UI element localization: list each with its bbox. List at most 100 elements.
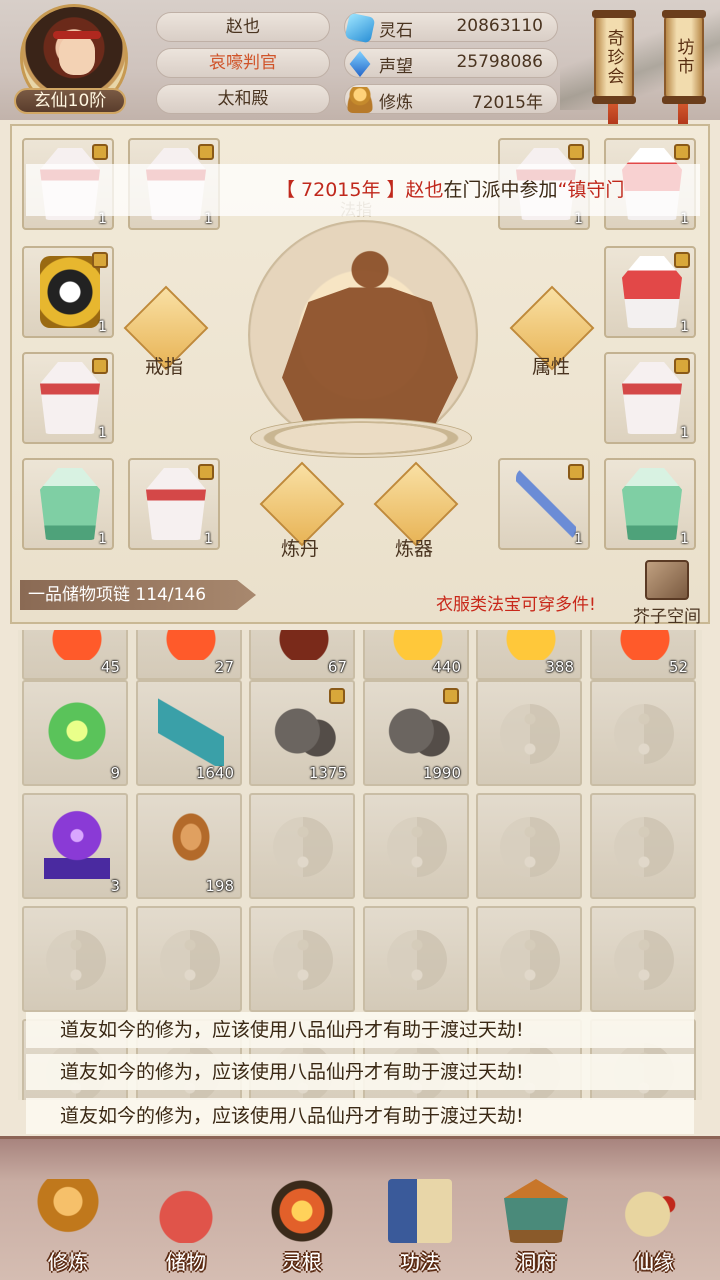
inventory-cell[interactable]: 3 [22, 793, 128, 899]
inventory-cell-empty[interactable] [590, 906, 696, 1012]
yin-yang-icon [273, 817, 333, 877]
inventory-cell-empty[interactable] [136, 906, 242, 1012]
avatar-headband [53, 31, 101, 39]
top-header: 玄仙10阶 赵也 哀嚎判官 太和殿 灵石 20863110 声望 2579808… [0, 0, 720, 134]
mustard-space-button[interactable]: 芥子空间 [630, 560, 704, 627]
item-count: 1 [680, 425, 689, 441]
nav-label: 储物 [166, 1250, 206, 1274]
inventory-cell-empty[interactable] [590, 793, 696, 899]
notice-text: 在门派中参加 [443, 179, 558, 201]
equip-slot[interactable]: 1 [22, 352, 114, 444]
inventory-cell[interactable]: 52 [590, 630, 696, 680]
lock-icon [198, 144, 214, 160]
nav-destiny[interactable]: 仙缘 [604, 1169, 704, 1280]
attributes-label: 属性 [532, 356, 571, 378]
nav-cultivate[interactable]: 修炼 [18, 1169, 118, 1280]
inventory-cell[interactable]: 1375 [249, 680, 355, 786]
yin-yang-icon [273, 930, 333, 990]
lock-icon [92, 252, 108, 268]
player-title[interactable]: 哀嚎判官 [156, 48, 330, 78]
inventory-cell[interactable]: 67 [249, 630, 355, 680]
item-count: 9 [110, 764, 120, 782]
equip-slot[interactable]: 1 [604, 246, 696, 338]
inventory-cell[interactable]: 45 [22, 630, 128, 680]
nav-technique[interactable]: 功法 [370, 1169, 470, 1280]
resource-value: 20863110 [456, 16, 543, 36]
lock-icon [198, 464, 214, 480]
inventory-cell[interactable]: 9 [22, 680, 128, 786]
nav-label: 灵根 [282, 1250, 322, 1274]
item-count: 1 [680, 531, 689, 547]
inventory-cell-empty[interactable] [590, 680, 696, 786]
lock-icon [674, 252, 690, 268]
dark-pill-icon [271, 630, 337, 660]
ginseng-root-icon [158, 809, 224, 879]
inventory-cell-empty[interactable] [476, 793, 582, 899]
fire-orb-icon [612, 630, 678, 660]
lotus-pedestal [250, 418, 472, 458]
scroll-icon [158, 696, 224, 766]
inventory-cell-empty[interactable] [363, 906, 469, 1012]
mustard-space-label: 芥子空间 [633, 607, 701, 627]
resource-cultivation: 修炼 72015年 [344, 84, 558, 114]
equip-slot[interactable]: 1 [22, 246, 114, 338]
inventory-cell[interactable]: 1640 [136, 680, 242, 786]
nav-cave-dwelling[interactable]: 洞府 [486, 1169, 586, 1280]
lock-icon [329, 688, 345, 704]
inventory-cell-empty[interactable] [476, 680, 582, 786]
lock-icon [92, 358, 108, 374]
treasure-box-icon [645, 560, 689, 600]
alchemy-label: 炼丹 [281, 538, 320, 560]
inventory-cell-empty[interactable] [22, 906, 128, 1012]
item-count: 198 [205, 877, 234, 895]
inventory-cell[interactable]: 440 [363, 630, 469, 680]
item-count: 27 [214, 658, 234, 676]
equip-slot[interactable]: 1 [22, 458, 114, 550]
jade-robe-icon [40, 468, 100, 540]
lock-icon [568, 464, 584, 480]
nav-spirit-root[interactable]: 灵根 [252, 1169, 352, 1280]
inventory-cell-empty[interactable] [249, 793, 355, 899]
equip-slot[interactable]: 1 [128, 458, 220, 550]
player-sect[interactable]: 太和殿 [156, 84, 330, 114]
item-count: 388 [545, 658, 574, 676]
inventory-cell[interactable]: 198 [136, 793, 242, 899]
equip-slot[interactable]: 1 [604, 458, 696, 550]
item-count: 1 [574, 531, 583, 547]
yin-yang-icon [614, 817, 674, 877]
yin-yang-icon [387, 930, 447, 990]
item-count: 1 [98, 319, 107, 335]
inventory-cell-empty[interactable] [476, 906, 582, 1012]
resource-label: 修炼 [379, 93, 413, 113]
storage-capacity-bar: 一品储物项链 114/146 [20, 580, 256, 610]
inventory-cell[interactable]: 27 [136, 630, 242, 680]
avatar-face [59, 35, 95, 75]
spirit-stone-icon [344, 12, 376, 44]
lock-icon [443, 688, 459, 704]
yin-yang-icon [387, 817, 447, 877]
purple-orb-icon [44, 809, 110, 879]
fire-herb-icon [158, 630, 224, 660]
inventory-cell-empty[interactable] [249, 906, 355, 1012]
nav-label: 仙缘 [634, 1250, 674, 1274]
notice-year: 【 72015年 】 [276, 179, 406, 201]
item-count: 440 [432, 658, 461, 676]
spirit-root-icon [270, 1179, 334, 1243]
equip-slot[interactable]: 1 [498, 458, 590, 550]
inventory-cell[interactable]: 1990 [363, 680, 469, 786]
destiny-gourd-icon [622, 1179, 686, 1243]
equip-hint: 衣服类法宝可穿多件! [436, 595, 596, 615]
nav-storage[interactable]: 储物 [136, 1169, 236, 1280]
market-button[interactable]: 坊市 [662, 10, 706, 104]
nav-label: 修炼 [48, 1250, 88, 1274]
inventory-cell[interactable]: 388 [476, 630, 582, 680]
yin-yang-icon [500, 817, 560, 877]
equip-slot[interactable]: 1 [604, 352, 696, 444]
item-count: 67 [327, 658, 347, 676]
technique-book-icon [388, 1179, 452, 1243]
resource-value: 72015年 [471, 93, 543, 113]
item-count: 1 [204, 531, 213, 547]
treasure-auction-button[interactable]: 奇珍会 [592, 10, 636, 104]
inventory-cell-empty[interactable] [363, 793, 469, 899]
cultivation-icon [347, 87, 373, 113]
